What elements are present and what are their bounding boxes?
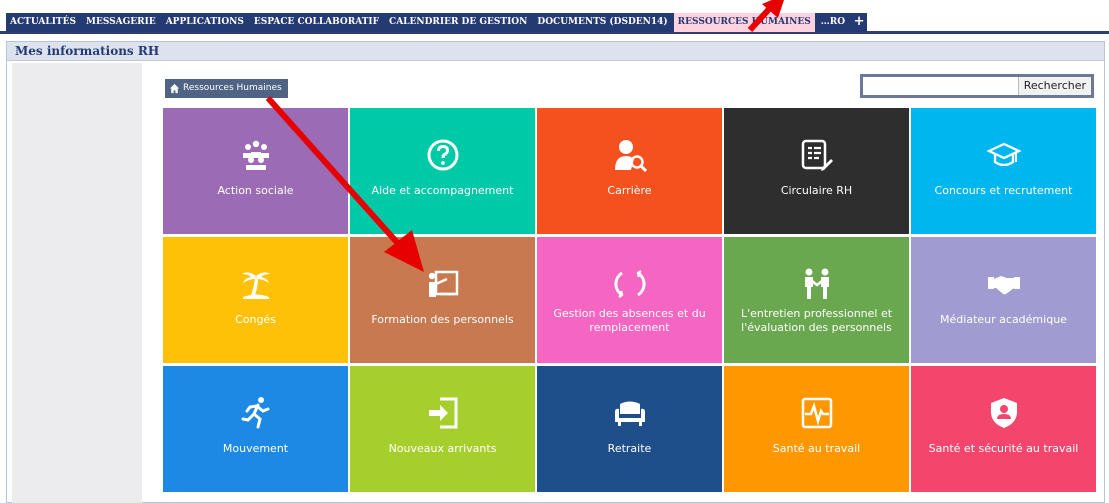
search-input[interactable] bbox=[863, 77, 1018, 95]
tile-label: Concours et recrutement bbox=[934, 184, 1073, 197]
tile-formation-personnels[interactable]: Formation des personnels bbox=[350, 237, 535, 363]
tile-label: Médiateur académique bbox=[940, 313, 1067, 326]
breadcrumb-label: Ressources Humaines bbox=[183, 83, 282, 93]
user-search-icon bbox=[614, 140, 647, 172]
tile-conges[interactable]: Congés bbox=[163, 237, 348, 363]
add-tab-button[interactable]: + bbox=[851, 13, 868, 32]
tile-label: Action sociale bbox=[217, 184, 294, 197]
sign-in-icon bbox=[428, 397, 457, 429]
tile-label: Formation des personnels bbox=[371, 313, 514, 326]
handshake-icon bbox=[987, 276, 1020, 295]
tile-label: Mouvement bbox=[222, 442, 289, 455]
tile-label: Santé et sécurité au travail bbox=[928, 442, 1079, 455]
tile-concours-recrutement[interactable]: Concours et recrutement bbox=[911, 108, 1096, 234]
tile-mouvement[interactable]: Mouvement bbox=[163, 366, 348, 492]
teacher-board-icon bbox=[428, 270, 458, 297]
tile-label: Santé au travail bbox=[772, 442, 861, 455]
tile-retraite[interactable]: Retraite bbox=[537, 366, 722, 492]
armchair-icon bbox=[614, 401, 645, 426]
tab-applications[interactable]: APPLICATIONS bbox=[161, 13, 248, 32]
panel-title: Mes informations RH bbox=[7, 42, 1104, 61]
search-box: Rechercher bbox=[860, 74, 1094, 98]
tile-gestion-absences[interactable]: Gestion des absences et du remplacement bbox=[537, 237, 722, 363]
graduation-cap-icon bbox=[986, 142, 1021, 167]
tab-ressources-humaines[interactable]: RESSOURCES HUMAINES bbox=[673, 13, 815, 32]
tile-nouveaux-arrivants[interactable]: Nouveaux arrivants bbox=[350, 366, 535, 492]
tab-documents[interactable]: DOCUMENTS (DSDEN14) bbox=[533, 13, 672, 32]
tile-label: Retraite bbox=[607, 442, 652, 455]
breadcrumb[interactable]: Ressources Humaines bbox=[165, 79, 288, 98]
question-circle-icon bbox=[427, 139, 458, 171]
tile-carriere[interactable]: Carrière bbox=[537, 108, 722, 234]
two-people-icon bbox=[804, 268, 829, 299]
tab-calendrier-de-gestion[interactable]: CALENDRIER DE GESTION bbox=[385, 13, 532, 32]
top-navigation-bar: ACTUALITÉS MESSAGERIE APPLICATIONS ESPAC… bbox=[0, 0, 1109, 34]
tile-label: Circulaire RH bbox=[780, 184, 853, 197]
tile-label: Carrière bbox=[607, 184, 652, 197]
tile-circulaire-rh[interactable]: Circulaire RH bbox=[724, 108, 909, 234]
tile-label: Gestion des absences et du remplacement bbox=[553, 307, 706, 334]
refresh-circle-icon bbox=[614, 269, 645, 299]
tile-label: Nouveaux arrivants bbox=[388, 442, 497, 455]
tab-strip: ACTUALITÉS MESSAGERIE APPLICATIONS ESPAC… bbox=[6, 13, 868, 32]
home-icon bbox=[169, 83, 180, 94]
left-sidebar bbox=[12, 63, 142, 503]
tile-sante-securite-travail[interactable]: Santé et sécurité au travail bbox=[911, 366, 1096, 492]
tab-espace-collaboratif[interactable]: ESPACE COLLABORATIF bbox=[249, 13, 384, 32]
people-group-icon bbox=[242, 140, 269, 170]
tile-entretien-professionnel[interactable]: L'entretien professionnel et l'évaluatio… bbox=[724, 237, 909, 363]
search-button[interactable]: Rechercher bbox=[1017, 77, 1091, 95]
tile-grid: Action sociale Aide et accompagnement Ca… bbox=[163, 108, 1099, 492]
tile-label: Congés bbox=[235, 313, 276, 326]
tab-messagerie[interactable]: MESSAGERIE bbox=[82, 13, 160, 32]
palm-tree-icon bbox=[241, 272, 270, 299]
tile-sante-travail[interactable]: Santé au travail bbox=[724, 366, 909, 492]
tile-mediateur-academique[interactable]: Médiateur académique bbox=[911, 237, 1096, 363]
document-edit-icon bbox=[801, 139, 833, 171]
tab-actualites[interactable]: ACTUALITÉS bbox=[6, 13, 80, 32]
heartbeat-monitor-icon bbox=[801, 397, 832, 429]
tile-aide-accompagnement[interactable]: Aide et accompagnement bbox=[350, 108, 535, 234]
running-person-icon bbox=[241, 397, 269, 429]
tab-partial[interactable]: …RO bbox=[816, 13, 850, 32]
tile-action-sociale[interactable]: Action sociale bbox=[163, 108, 348, 234]
tile-label: Aide et accompagnement bbox=[371, 184, 514, 197]
shield-user-icon bbox=[990, 398, 1017, 428]
tile-label: L'entretien professionnel et l'évaluatio… bbox=[740, 307, 893, 334]
